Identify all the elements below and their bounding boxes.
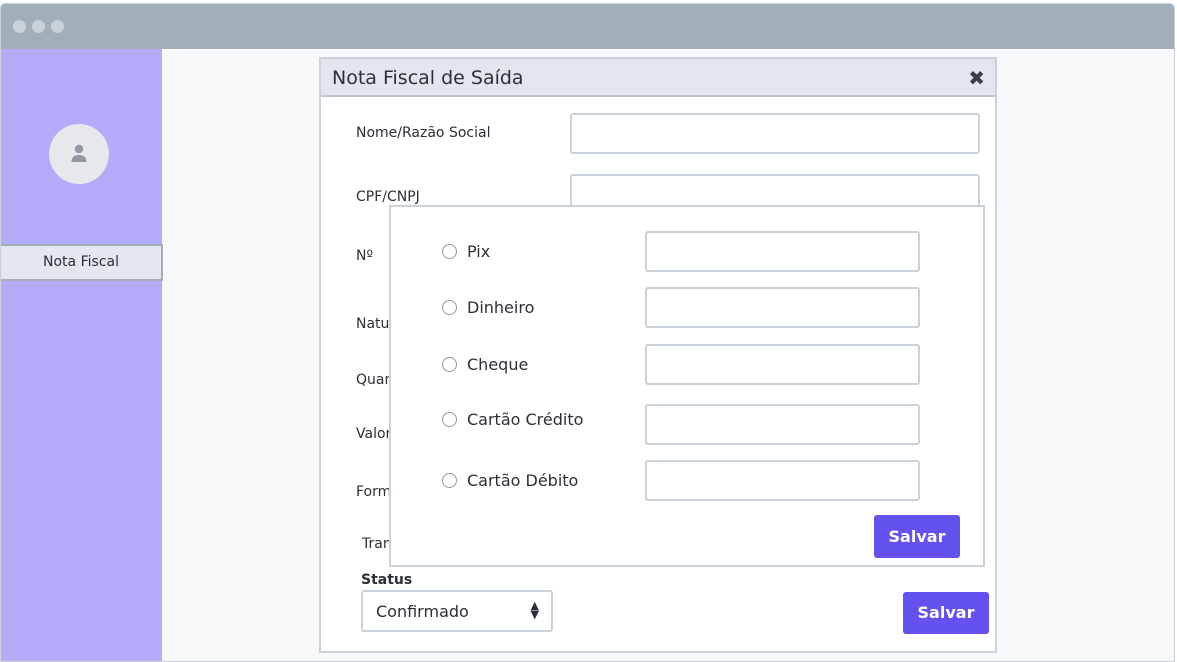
transporte-label: Tran xyxy=(362,536,392,552)
close-icon[interactable]: ✖ xyxy=(968,66,985,90)
payment-popup: Pix Dinheiro Cheque Cartão Crédito Cartã… xyxy=(389,205,985,567)
valor-label: Valor xyxy=(356,426,392,442)
payment-option-label: Cartão Débito xyxy=(467,471,579,490)
pix-input[interactable] xyxy=(645,231,920,272)
avatar[interactable] xyxy=(49,124,109,184)
cartao-credito-input[interactable] xyxy=(645,404,920,445)
save-button[interactable]: Salvar xyxy=(903,592,989,634)
popup-save-button[interactable]: Salvar xyxy=(874,515,960,558)
nome-input[interactable] xyxy=(570,113,980,154)
cheque-input[interactable] xyxy=(645,344,920,385)
payment-option-label: Cheque xyxy=(467,355,529,374)
sidebar-item-nota-fiscal[interactable]: Nota Fiscal xyxy=(1,244,163,281)
payment-option-label: Dinheiro xyxy=(467,298,535,317)
radio-icon[interactable] xyxy=(442,357,457,372)
status-value: Confirmado xyxy=(376,602,469,621)
window-dot-icon[interactable] xyxy=(32,20,45,33)
numero-label: Nº xyxy=(356,248,374,264)
nome-label: Nome/Razão Social xyxy=(356,125,491,141)
radio-icon[interactable] xyxy=(442,300,457,315)
cartao-debito-input[interactable] xyxy=(645,460,920,501)
status-label: Status xyxy=(361,572,413,588)
natureza-label: Natu xyxy=(356,316,390,332)
forma-label: Form xyxy=(356,484,392,500)
cpf-label: CPF/CNPJ xyxy=(356,189,420,205)
window-titlebar xyxy=(1,4,1174,49)
radio-icon[interactable] xyxy=(442,244,457,259)
status-select[interactable]: Confirmado ▲ ▼ xyxy=(361,590,553,632)
dinheiro-input[interactable] xyxy=(645,287,920,328)
sidebar: Nota Fiscal xyxy=(1,49,163,661)
user-icon xyxy=(71,144,87,162)
window-dot-icon[interactable] xyxy=(51,20,64,33)
dialog-header: Nota Fiscal de Saída ✖ xyxy=(321,59,995,97)
payment-option-label: Cartão Crédito xyxy=(467,410,584,429)
radio-icon[interactable] xyxy=(442,412,457,427)
payment-option-label: Pix xyxy=(467,242,491,261)
dialog-title: Nota Fiscal de Saída xyxy=(332,67,524,89)
radio-icon[interactable] xyxy=(442,473,457,488)
select-arrows-icon: ▲ ▼ xyxy=(530,599,539,621)
quantidade-label: Quan xyxy=(356,372,394,388)
window-dot-icon[interactable] xyxy=(13,20,26,33)
